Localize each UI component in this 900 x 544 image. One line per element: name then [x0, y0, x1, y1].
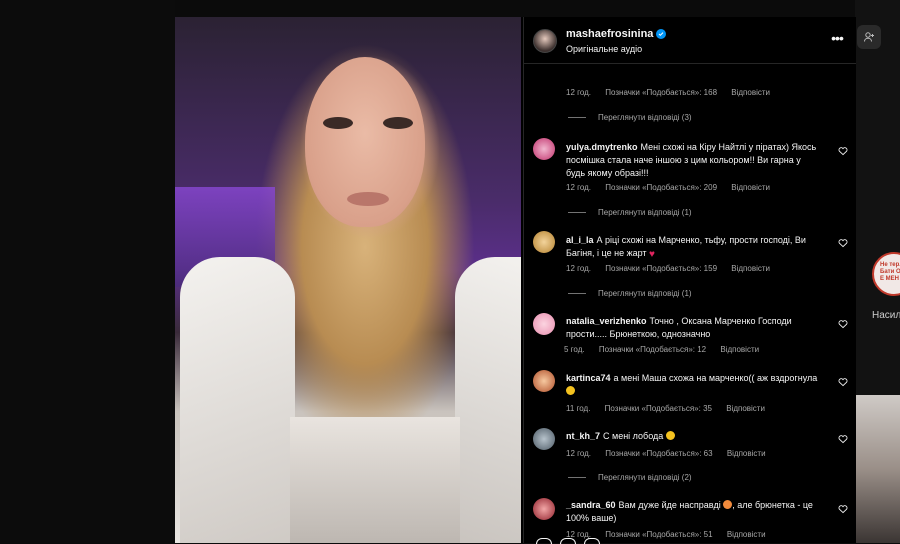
heart-icon[interactable] [838, 504, 848, 514]
comment-text: С мені лобода [603, 431, 664, 441]
verified-icon [656, 29, 667, 39]
reply-button[interactable]: Відповісти [720, 345, 759, 354]
audio-label[interactable]: Оригінальне аудіо [566, 44, 642, 54]
comment-time: 11 год. [566, 404, 591, 413]
dress-sleeve-left [180, 257, 295, 543]
comment-likes[interactable]: Позначки «Подобається»: 209 [605, 183, 717, 192]
commenter-username[interactable]: yulya.dmytrenko [566, 142, 638, 152]
commenter-username[interactable]: _sandra_60 [566, 500, 616, 510]
comment-text-block: _sandra_60 Вам дуже йде насправді , але б… [566, 499, 820, 525]
page-backdrop-left [0, 0, 175, 543]
comment-likes[interactable]: Позначки «Подобається»: 159 [605, 264, 717, 273]
reply-button[interactable]: Відповісти [731, 264, 770, 273]
laughing-emoji-icon [665, 431, 675, 440]
left-eye [323, 117, 353, 129]
more-options-icon[interactable]: ••• [828, 31, 846, 49]
commenter-avatar[interactable] [533, 428, 555, 450]
post-media[interactable] [175, 17, 521, 543]
lips [347, 192, 389, 206]
view-replies-label: Переглянути відповіді (2) [598, 473, 692, 482]
reply-button[interactable]: Відповісти [731, 88, 770, 97]
view-replies[interactable]: Переглянути відповіді (3) [568, 113, 692, 122]
comment-meta: 12 год. Позначки «Подобається»: 159 Відп… [566, 264, 782, 273]
side-button[interactable] [857, 25, 881, 49]
view-replies[interactable]: Переглянути відповіді (1) [568, 289, 692, 298]
commenter-username[interactable]: kartinca74 [566, 373, 611, 383]
view-replies-label: Переглянути відповіді (3) [598, 113, 692, 122]
comment-meta: 11 год. Позначки «Подобається»: 35 Відпо… [566, 404, 777, 413]
comment-likes[interactable]: Позначки «Подобається»: 12 [599, 345, 706, 354]
share-icon[interactable] [584, 538, 600, 544]
comment-text: а мені Маша схожа на марченко(( аж вздро… [613, 373, 818, 383]
action-bar [524, 538, 856, 544]
comment-meta: 12 год. Позначки «Подобається»: 209 Відп… [566, 183, 782, 192]
reply-button[interactable]: Відповісти [731, 183, 770, 192]
side-badge-image: Не тер. Бати Обир Е МЕН [872, 252, 900, 296]
replies-line [568, 477, 586, 478]
commenter-avatar[interactable] [533, 231, 555, 253]
comment-time: 12 год. [566, 183, 592, 192]
heart-icon[interactable] [838, 377, 848, 387]
comment-text-block: nt_kh_7 С мені лобода [566, 430, 820, 443]
commenter-username[interactable]: natalia_verizhenko [566, 316, 647, 326]
heart-icon[interactable] [838, 434, 848, 444]
view-replies-label: Переглянути відповіді (1) [598, 208, 692, 217]
side-suggestion-card[interactable]: Не тер. Бати Обир Е МЕН Насиль [862, 240, 900, 321]
comment-meta: 5 год. Позначки «Подобається»: 12 Відпов… [564, 345, 771, 354]
comment-likes[interactable]: Позначки «Подобається»: 168 [605, 88, 717, 97]
author-username[interactable]: mashaefrosinina [566, 28, 653, 40]
heart-eyes-emoji-icon [723, 500, 733, 509]
view-replies[interactable]: Переглянути відповіді (2) [568, 473, 692, 482]
commenter-avatar[interactable] [533, 138, 555, 160]
comment-text: Вам дуже йде насправді [618, 500, 721, 510]
comment-text-block: natalia_verizhenko Точно , Оксана Марченк… [566, 315, 820, 341]
checkmark-icon [659, 32, 664, 37]
comments-panel: mashaefrosinina Оригінальне аудіо ••• 12… [523, 17, 856, 544]
replies-line [568, 212, 586, 213]
comment-meta: 12 год. Позначки «Подобається»: 63 Відпо… [566, 449, 778, 458]
reply-button[interactable]: Відповісти [726, 404, 765, 413]
heart-emoji-icon: ♥ [649, 249, 655, 260]
comment-text-block: kartinca74 а мені Маша схожа на марченко(… [566, 372, 820, 398]
user-add-icon [864, 32, 874, 42]
comment-text: А ріці схожі на Марченко, тьфу, прости г… [566, 235, 806, 258]
replies-line [568, 293, 586, 294]
post-modal: mashaefrosinina Оригінальне аудіо ••• 12… [175, 17, 856, 544]
comment-meta: 12 год. Позначки «Подобається»: 168 Відп… [566, 88, 782, 97]
like-icon[interactable] [536, 538, 552, 544]
smile-emoji-icon [566, 386, 575, 395]
author-avatar[interactable] [533, 29, 557, 53]
comment-time: 12 год. [566, 449, 592, 458]
side-caption: Насиль [872, 310, 900, 321]
commenter-username[interactable]: al_i_la [566, 235, 594, 245]
side-thumbnail[interactable] [856, 395, 900, 543]
dress-body [290, 417, 460, 543]
right-eye [383, 117, 413, 129]
comment-likes[interactable]: Позначки «Подобається»: 35 [605, 404, 712, 413]
reply-button[interactable]: Відповісти [727, 449, 766, 458]
commenter-username[interactable]: nt_kh_7 [566, 431, 600, 441]
replies-line [568, 117, 586, 118]
post-header: mashaefrosinina Оригінальне аудіо ••• [524, 17, 856, 64]
dress-sleeve-right [455, 257, 521, 543]
heart-icon[interactable] [838, 146, 848, 156]
commenter-avatar[interactable] [533, 498, 555, 520]
heart-icon[interactable] [838, 319, 848, 329]
comments-list: 12 год. Позначки «Подобається»: 168 Відп… [524, 64, 856, 543]
author-line: mashaefrosinina [566, 28, 667, 40]
comment-text-block: yulya.dmytrenko Мені схожі на Кіру Найтлі… [566, 141, 820, 180]
commenter-avatar[interactable] [533, 313, 555, 335]
comment-likes[interactable]: Позначки «Подобається»: 63 [605, 449, 712, 458]
side-badge-text: Не тер. Бати Обир Е МЕН [880, 262, 900, 282]
comment-icon[interactable] [560, 538, 576, 544]
comment-time: 5 год. [564, 345, 585, 354]
heart-icon[interactable] [838, 238, 848, 248]
comment-time: 12 год. [566, 88, 592, 97]
view-replies-label: Переглянути відповіді (1) [598, 289, 692, 298]
comment-text-block: al_i_la А ріці схожі на Марченко, тьфу, п… [566, 234, 820, 261]
view-replies[interactable]: Переглянути відповіді (1) [568, 208, 692, 217]
commenter-avatar[interactable] [533, 370, 555, 392]
comment-time: 12 год. [566, 264, 592, 273]
